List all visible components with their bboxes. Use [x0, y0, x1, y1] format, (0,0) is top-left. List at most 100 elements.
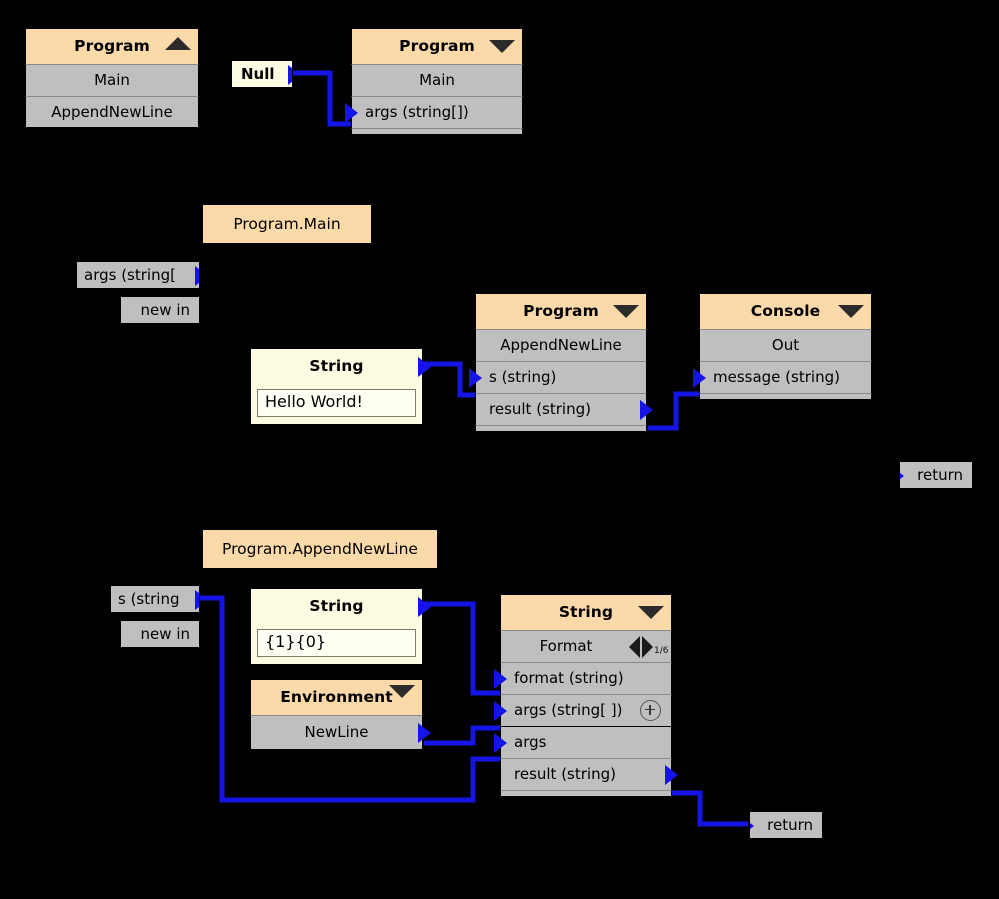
- wire-format-result-to-return: [672, 790, 748, 827]
- input-port-label: message (string): [713, 368, 840, 386]
- next-overload-icon[interactable]: [642, 636, 653, 658]
- member-row[interactable]: Main: [25, 64, 199, 96]
- input-port-label: s (string): [489, 368, 557, 386]
- node-header[interactable]: Program: [351, 28, 523, 64]
- node-header[interactable]: String: [500, 594, 672, 630]
- wire-result-to-message: [648, 391, 700, 431]
- output-port-arrow[interactable]: [418, 357, 431, 377]
- node-hello-world-literal[interactable]: String Hello World!: [250, 348, 431, 425]
- output-port-arrow[interactable]: [418, 597, 431, 617]
- output-port-row[interactable]: result (string): [475, 393, 653, 425]
- null-literal-chip[interactable]: Null: [231, 60, 293, 88]
- input-port-label: args (string[ ]): [514, 701, 623, 719]
- node-program-collapsed[interactable]: Program Main AppendNewLine: [25, 28, 199, 128]
- main-args-chip[interactable]: args (string[: [76, 261, 200, 289]
- expand-down-icon[interactable]: [838, 305, 864, 318]
- node-header-label: Program: [399, 37, 475, 55]
- node-footer: [699, 393, 872, 400]
- append-s-label: s (string: [118, 590, 180, 608]
- node-program-main-call[interactable]: Program Main args (string[]): [345, 28, 523, 135]
- input-port-arrow[interactable]: [693, 367, 706, 388]
- output-port-arrow[interactable]: [195, 266, 199, 286]
- main-new-in-label: new in: [140, 301, 190, 319]
- node-header-label: Program: [74, 37, 150, 55]
- literal-value-input[interactable]: Hello World!: [257, 389, 416, 417]
- append-s-chip[interactable]: s (string: [110, 585, 200, 613]
- main-return-label: return: [917, 466, 963, 484]
- member-row[interactable]: Out: [699, 329, 872, 361]
- node-footer: [351, 128, 523, 135]
- input-port-row[interactable]: args (string[ ]): [494, 694, 672, 726]
- input-port-label: args (string[]): [365, 103, 469, 121]
- input-port-arrow[interactable]: [494, 668, 507, 689]
- output-port-arrow[interactable]: [418, 723, 431, 743]
- member-row[interactable]: NewLine: [250, 715, 431, 750]
- expand-down-icon[interactable]: [638, 606, 664, 619]
- node-header-label: String: [309, 357, 364, 375]
- member-label: NewLine: [304, 723, 369, 741]
- collapse-up-icon[interactable]: [165, 37, 191, 50]
- member-row[interactable]: Format 1/6: [500, 630, 672, 662]
- member-row[interactable]: AppendNewLine: [25, 96, 199, 128]
- wire-format-literal-to-format: [424, 601, 502, 696]
- input-port-arrow[interactable]: [469, 367, 482, 388]
- input-port-row[interactable]: args (string[]): [345, 96, 523, 128]
- member-label: Format: [539, 637, 593, 655]
- node-footer: [475, 425, 647, 432]
- node-header-label: Console: [750, 302, 821, 320]
- node-header[interactable]: String: [250, 348, 431, 384]
- input-port-arrow[interactable]: [900, 466, 904, 486]
- input-port-row[interactable]: format (string): [494, 662, 672, 694]
- node-format-literal[interactable]: String {1}{0}: [250, 588, 431, 665]
- expand-down-icon[interactable]: [389, 685, 415, 698]
- input-port-row[interactable]: args: [494, 726, 672, 758]
- literal-value-input[interactable]: {1}{0}: [257, 629, 416, 657]
- output-port-arrow[interactable]: [288, 65, 292, 85]
- input-port-arrow[interactable]: [345, 102, 358, 123]
- main-new-in-chip[interactable]: new in: [120, 296, 200, 324]
- group-label-program-main[interactable]: Program.Main: [203, 205, 371, 243]
- input-port-row[interactable]: message (string): [693, 361, 872, 393]
- add-argument-plus-icon[interactable]: [640, 699, 661, 721]
- append-return-chip[interactable]: return: [749, 811, 823, 839]
- node-program-appendnewline-call[interactable]: Program AppendNewLine s (string) result …: [469, 293, 653, 432]
- group-label-program-appendnewline[interactable]: Program.AppendNewLine: [203, 530, 437, 568]
- main-return-chip[interactable]: return: [899, 461, 973, 489]
- node-header[interactable]: Program: [25, 28, 199, 64]
- literal-value-field[interactable]: {1}{0}: [250, 624, 423, 665]
- output-port-arrow[interactable]: [665, 764, 678, 785]
- group-label-text: Program.AppendNewLine: [222, 540, 418, 558]
- node-console-out-call[interactable]: Console Out message (string): [693, 293, 872, 400]
- literal-value-field[interactable]: Hello World!: [250, 384, 423, 425]
- node-environment-newline[interactable]: Environment NewLine: [250, 679, 431, 750]
- node-footer: [500, 790, 672, 797]
- input-port-label: args: [514, 733, 547, 751]
- output-port-label: result (string): [514, 765, 616, 783]
- node-header[interactable]: Program: [475, 293, 647, 329]
- input-port-arrow[interactable]: [750, 816, 754, 836]
- output-port-arrow[interactable]: [640, 399, 653, 420]
- node-header[interactable]: Console: [699, 293, 872, 329]
- overload-stepper[interactable]: 1/6: [629, 635, 668, 659]
- previous-overload-icon[interactable]: [629, 636, 640, 658]
- append-new-in-chip[interactable]: new in: [120, 620, 200, 648]
- member-row[interactable]: Main: [351, 64, 523, 96]
- node-header-label: Environment: [280, 688, 393, 706]
- output-port-row[interactable]: result (string): [500, 758, 678, 790]
- input-port-label: format (string): [514, 669, 624, 687]
- node-header-label: String: [309, 597, 364, 615]
- node-header[interactable]: String: [250, 588, 431, 624]
- output-port-arrow[interactable]: [195, 590, 199, 610]
- overload-count-label: 1/6: [654, 646, 669, 656]
- node-string-format-call[interactable]: String Format 1/6 format (string) args (…: [494, 594, 678, 797]
- main-args-label: args (string[: [84, 266, 176, 284]
- expand-down-icon[interactable]: [489, 40, 515, 53]
- input-port-arrow[interactable]: [494, 732, 507, 753]
- input-port-arrow[interactable]: [494, 700, 507, 721]
- graph-canvas[interactable]: Program Main AppendNewLine Null Program …: [0, 0, 999, 899]
- wire-newline-to-args: [424, 725, 502, 746]
- node-header[interactable]: Environment: [250, 679, 423, 715]
- member-row[interactable]: AppendNewLine: [475, 329, 647, 361]
- expand-down-icon[interactable]: [613, 305, 639, 318]
- input-port-row[interactable]: s (string): [469, 361, 647, 393]
